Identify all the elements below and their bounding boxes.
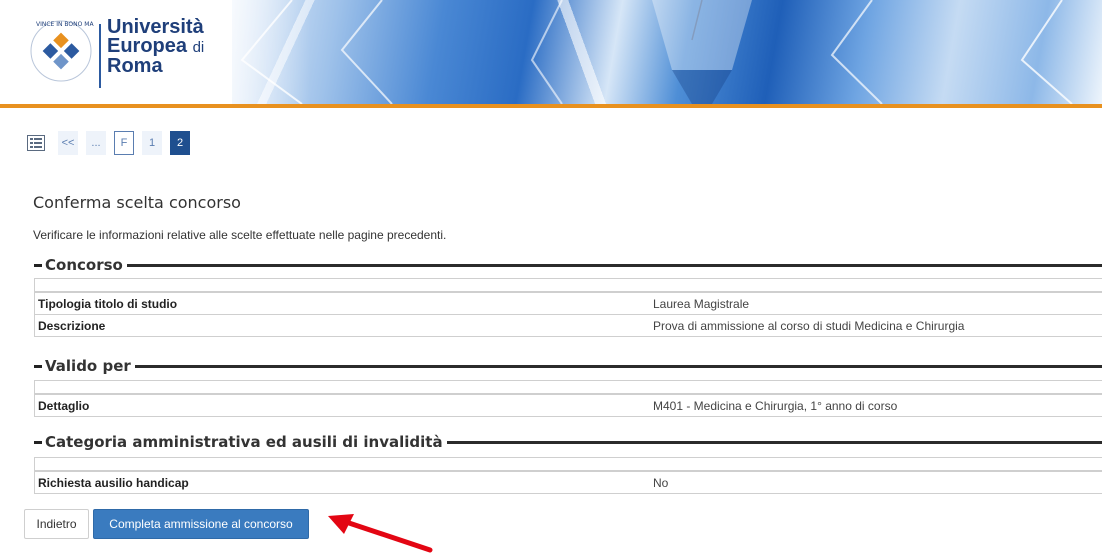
list-icon[interactable] [27,135,45,151]
section-dash [34,263,42,267]
table-spacer [35,458,1102,471]
section-rule [446,440,1102,444]
row-value: M401 - Medicina e Chirurgia, 1° anno di … [653,398,898,413]
table-row: Tipologia titolo di studio Laurea Magist… [35,292,1102,314]
red-arrow-icon [328,514,433,553]
step-1[interactable]: 1 [142,131,162,155]
header-photo-lines [240,0,1073,104]
row-label: Tipologia titolo di studio [38,296,178,311]
page-title: Conferma scelta concorso [33,193,241,212]
logo-divider [99,24,101,88]
step-ellipsis: ... [86,131,106,155]
back-button[interactable]: Indietro [24,509,89,539]
section-rule [134,364,1102,368]
logo-line-2: Europea [107,35,188,57]
table-row: Dettaglio M401 - Medicina e Chirurgia, 1… [35,394,1102,416]
university-seal-icon: VINCE IN BONO MALUM [30,20,94,82]
header-accent-bar [0,104,1102,108]
section-title-text: Concorso [45,256,123,274]
row-label: Richiesta ausilio handicap [38,475,189,490]
step-first[interactable]: << [58,131,78,155]
section-dash [34,364,42,368]
section-title-valido-per: Valido per [34,357,1102,375]
section-title-concorso: Concorso [34,256,1102,274]
table-spacer [35,381,1102,394]
table-categoria: Richiesta ausilio handicap No [34,457,1102,494]
logo-line-3: Roma [107,55,163,77]
logo-line-2-small: di [192,39,205,56]
row-value: No [653,475,669,490]
row-label: Descrizione [38,318,106,333]
table-row: Richiesta ausilio handicap No [35,471,1102,493]
section-rule [126,263,1102,267]
header-photo [232,0,1102,104]
complete-admission-button[interactable]: Completa ammissione al concorso [93,509,309,539]
section-title-text: Valido per [45,357,131,375]
section-dash [34,440,42,444]
university-name: Università Europea di Roma [107,17,205,77]
table-spacer [35,279,1102,292]
row-value: Laurea Magistrale [653,296,750,311]
table-concorso: Tipologia titolo di studio Laurea Magist… [34,278,1102,337]
svg-text:VINCE IN BONO MALUM: VINCE IN BONO MALUM [36,21,94,28]
section-title-categoria: Categoria amministrativa ed ausili di in… [34,433,1102,451]
table-valido-per: Dettaglio M401 - Medicina e Chirurgia, 1… [34,380,1102,417]
table-row: Descrizione Prova di ammissione al corso… [35,314,1102,336]
header-banner: VINCE IN BONO MALUM Università Europea d… [0,0,1102,108]
step-navigator: << ... F 1 2 [27,129,198,157]
section-title-text: Categoria amministrativa ed ausili di in… [45,433,443,451]
row-value: Prova di ammissione al corso di studi Me… [653,318,965,333]
step-2-current[interactable]: 2 [170,131,190,155]
step-final[interactable]: F [114,131,134,155]
row-label: Dettaglio [38,398,90,413]
university-logo[interactable]: VINCE IN BONO MALUM Università Europea d… [28,10,228,100]
intro-text: Verificare le informazioni relative alle… [33,228,447,242]
